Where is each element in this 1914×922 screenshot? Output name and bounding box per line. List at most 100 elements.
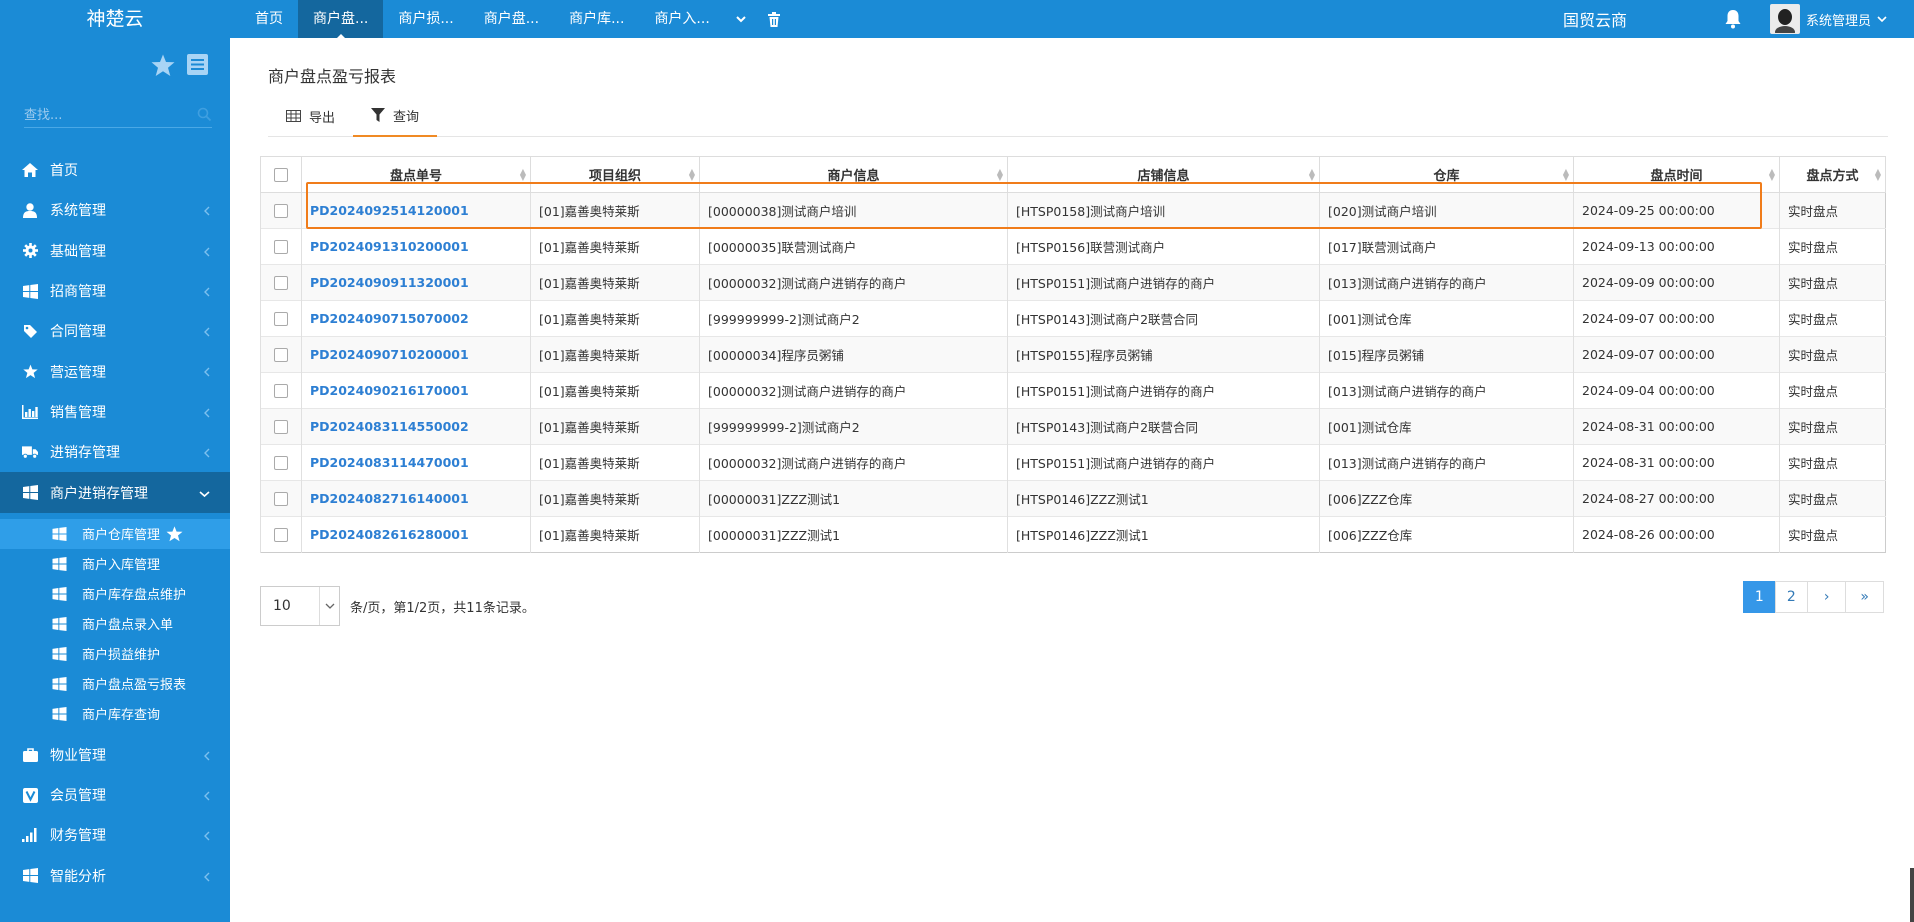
row-checkbox[interactable] xyxy=(274,275,288,290)
bell-icon[interactable] xyxy=(1724,9,1742,33)
table-cell: 实时盘点 xyxy=(1779,228,1886,265)
sidebar-item-property[interactable]: 物业管理 xyxy=(0,735,230,775)
table-body: PD2024092514120001 [01]嘉善奥特莱斯 [00000038]测试… xyxy=(260,192,1886,553)
tab-home[interactable]: 首页 xyxy=(240,0,298,38)
page-button-2[interactable]: 2 xyxy=(1774,581,1808,613)
sidebar-item-home[interactable]: 首页 xyxy=(0,150,230,190)
order-number-link[interactable]: PD2024090911320001 xyxy=(310,275,469,290)
sidebar-item-psi[interactable]: 进销存管理 xyxy=(0,432,230,472)
table-row[interactable]: PD2024092514120001 [01]嘉善奥特莱斯 [00000038]测试… xyxy=(260,192,1886,229)
submenu-item-merchant-inbound[interactable]: 商户入库管理 xyxy=(0,549,230,579)
row-checkbox[interactable] xyxy=(274,311,288,326)
tab-inventory[interactable]: 商户库... xyxy=(554,0,639,38)
search-icon[interactable] xyxy=(197,107,212,126)
order-number-link[interactable]: PD2024083114550002 xyxy=(310,419,469,434)
row-checkbox[interactable] xyxy=(274,419,288,434)
column-header[interactable]: 商户信息 ▲ ▼ xyxy=(699,156,1008,193)
table-row[interactable]: PD2024082616280001 [01]嘉善奥特莱斯 [00000031]ZZ… xyxy=(260,516,1886,553)
column-header[interactable]: 仓库 ▲ ▼ xyxy=(1319,156,1574,193)
table-cell: 实时盘点 xyxy=(1779,516,1886,553)
sidebar-item-finance[interactable]: 财务管理 xyxy=(0,815,230,855)
table-cell: PD2024092514120001 xyxy=(301,192,531,229)
cell-text: [006]ZZZ仓库 xyxy=(1328,492,1413,507)
column-header[interactable]: 盘点时间 ▲ ▼ xyxy=(1573,156,1780,193)
sidebar-item-label: 合同管理 xyxy=(50,324,106,341)
table-row[interactable]: PD2024083114470001 [01]嘉善奥特莱斯 [00000032]测试… xyxy=(260,444,1886,481)
tab-inbound[interactable]: 商户入... xyxy=(639,0,724,38)
sidebar-search-input[interactable] xyxy=(24,104,189,126)
export-button[interactable]: 导出 xyxy=(268,95,353,137)
page-button-1[interactable]: 1 xyxy=(1742,581,1776,613)
cell-text: [01]嘉善奥特莱斯 xyxy=(539,492,640,507)
table-row[interactable]: PD2024083114550002 [01]嘉善奥特莱斯 [999999999-2… xyxy=(260,408,1886,445)
user-menu[interactable]: 系统管理员 xyxy=(1770,4,1887,34)
scrollbar-thumb[interactable] xyxy=(1910,868,1914,922)
sidebar-item-merchant-psi[interactable]: 商户进销存管理 xyxy=(0,472,230,513)
submenu-item-inventory-query[interactable]: 商户库存查询 xyxy=(0,699,230,729)
table-cell: 2024-09-07 00:00:00 xyxy=(1573,300,1780,337)
last-page-button[interactable]: » xyxy=(1845,581,1884,613)
toolbar: 导出 查询 xyxy=(268,95,1888,137)
submenu-item-stocktake-entry[interactable]: 商户盘点录入单 xyxy=(0,609,230,639)
trash-icon[interactable] xyxy=(757,0,791,38)
order-number-link[interactable]: PD2024082616280001 xyxy=(310,527,469,542)
order-number-link[interactable]: PD2024090710200001 xyxy=(310,347,469,362)
order-number-link[interactable]: PD2024091310200001 xyxy=(310,239,469,254)
sidebar-item-analytics[interactable]: 智能分析 xyxy=(0,856,230,896)
table-row[interactable]: PD2024090710200001 [01]嘉善奥特莱斯 [00000034]程序… xyxy=(260,336,1886,373)
sidebar-item-base[interactable]: 基础管理 xyxy=(0,231,230,271)
page-size-select[interactable]: 10 xyxy=(260,586,340,626)
table-row[interactable]: PD2024091310200001 [01]嘉善奥特莱斯 [00000035]联营… xyxy=(260,228,1886,265)
submenu-merchant-psi: 商户仓库管理 商户入库管理 商户库存盘点维护 商户盘点录入单 商户损益维护 商户… xyxy=(0,512,230,735)
query-button[interactable]: 查询 xyxy=(353,95,438,137)
notes-icon[interactable] xyxy=(187,54,208,75)
sidebar-item-contract[interactable]: 合同管理 xyxy=(0,311,230,351)
submenu-item-merchant-warehouse[interactable]: 商户仓库管理 xyxy=(0,518,230,549)
cell-text: [00000032]测试商户进销存的商户 xyxy=(708,276,907,291)
sidebar-item-member[interactable]: 会员管理 xyxy=(0,775,230,815)
order-number-link[interactable]: PD2024092514120001 xyxy=(310,203,469,218)
row-select-cell xyxy=(260,300,302,337)
row-select-cell xyxy=(260,516,302,553)
sidebar-item-sales[interactable]: 销售管理 xyxy=(0,392,230,432)
favorite-star-icon[interactable] xyxy=(166,526,183,542)
submenu-item-profit-loss[interactable]: 商户损益维护 xyxy=(0,639,230,669)
cell-text: [013]测试商户进销存的商户 xyxy=(1328,384,1487,399)
column-header[interactable]: 店铺信息 ▲ ▼ xyxy=(1007,156,1320,193)
sidebar-item-investment[interactable]: 招商管理 xyxy=(0,271,230,311)
row-checkbox[interactable] xyxy=(274,239,288,254)
order-number-link[interactable]: PD2024083114470001 xyxy=(310,455,469,470)
table-row[interactable]: PD2024090715070002 [01]嘉善奥特莱斯 [999999999-2… xyxy=(260,300,1886,337)
sidebar-item-operation[interactable]: 营运管理 xyxy=(0,351,230,391)
row-checkbox[interactable] xyxy=(274,347,288,362)
sidebar-item-system[interactable]: 系统管理 xyxy=(0,190,230,230)
select-all-checkbox[interactable] xyxy=(274,167,288,182)
order-number-link[interactable]: PD2024090715070002 xyxy=(310,311,469,326)
row-checkbox[interactable] xyxy=(274,455,288,470)
favorites-star-icon[interactable] xyxy=(151,54,175,77)
row-checkbox[interactable] xyxy=(274,491,288,506)
submenu-item-stocktake-report[interactable]: 商户盘点盈亏报表 xyxy=(0,669,230,699)
tab-stocktake-entry[interactable]: 商户盘... xyxy=(469,0,554,38)
tab-stocktake-report[interactable]: 商户盘... xyxy=(298,0,384,39)
order-number-link[interactable]: PD2024082716140001 xyxy=(310,491,469,506)
row-checkbox[interactable] xyxy=(274,203,288,218)
table-cell: 实时盘点 xyxy=(1779,480,1886,517)
row-checkbox[interactable] xyxy=(274,383,288,398)
next-page-button[interactable]: › xyxy=(1806,581,1847,613)
brand-logo[interactable]: 神楚云 xyxy=(0,0,230,38)
submenu-item-stocktake-maintenance[interactable]: 商户库存盘点维护 xyxy=(0,579,230,609)
table-row[interactable]: PD2024082716140001 [01]嘉善奥特莱斯 [00000031]ZZ… xyxy=(260,480,1886,517)
column-header[interactable]: 盘点方式 ▲ ▼ xyxy=(1779,156,1886,193)
row-checkbox[interactable] xyxy=(274,527,288,542)
order-number-link[interactable]: PD2024090216170001 xyxy=(310,383,469,398)
table-row[interactable]: PD2024090911320001 [01]嘉善奥特莱斯 [00000032]测试… xyxy=(260,264,1886,301)
tab-profit-loss[interactable]: 商户损... xyxy=(383,0,468,38)
windows-icon xyxy=(52,676,68,691)
column-header[interactable]: 项目组织 ▲ ▼ xyxy=(530,156,700,193)
top-nav-tabs: 首页 商户盘... 商户损... 商户盘... 商户库... 商户入... xyxy=(240,0,791,39)
column-header[interactable]: 盘点单号 ▲ ▼ xyxy=(301,156,531,193)
tabs-more-chevron-icon[interactable] xyxy=(725,0,757,38)
table-cell: PD2024091310200001 xyxy=(301,228,531,265)
table-row[interactable]: PD2024090216170001 [01]嘉善奥特莱斯 [00000032]测试… xyxy=(260,372,1886,409)
